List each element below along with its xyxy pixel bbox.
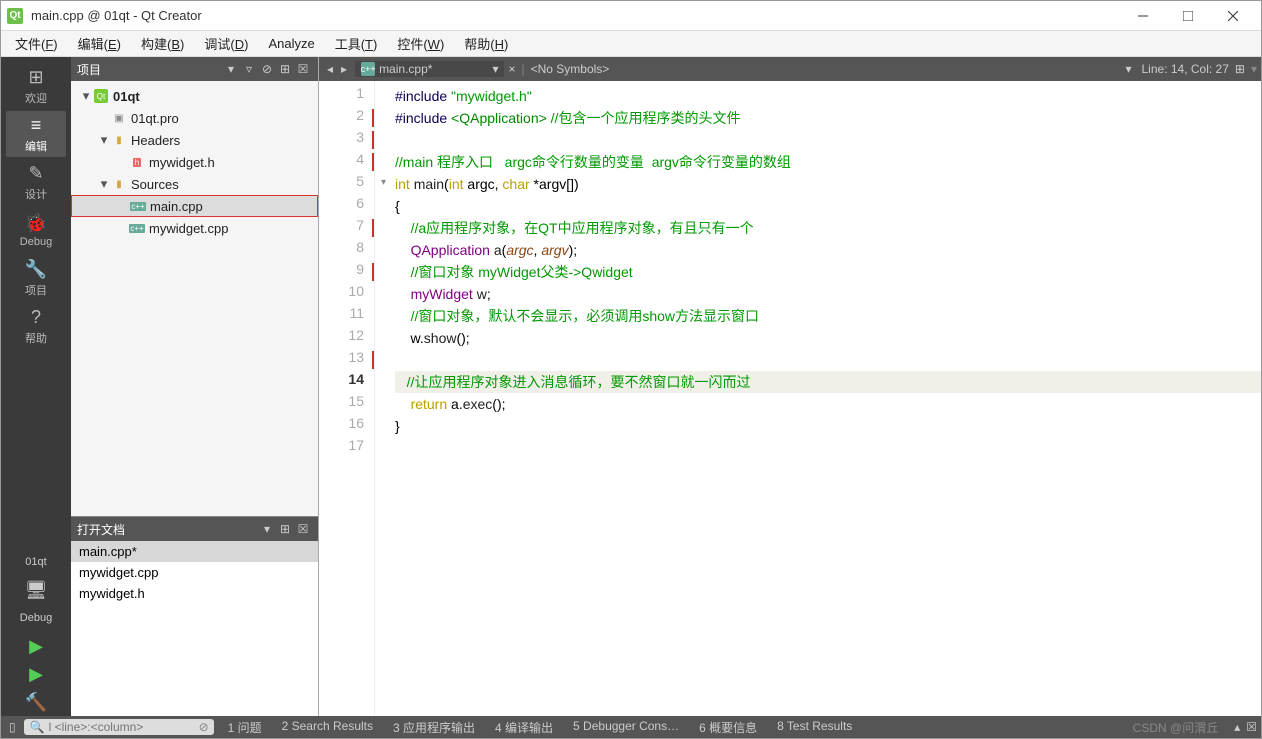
run-target[interactable]: 🖥 — [6, 576, 66, 604]
status-bar: ▯ 🔍 ⊘ 1 问题 2 Search Results 3 应用程序输出 4 编译输出… — [1, 716, 1261, 738]
cursor-position: Line: 14, Col: 27 — [1142, 62, 1229, 76]
tree-item[interactable]: c++main.cpp — [71, 195, 318, 217]
mode-Debug[interactable]: 🐞Debug — [6, 207, 66, 253]
output-toggle-icon[interactable]: ▴ — [1228, 720, 1246, 734]
menu-bar: 文件(F)编辑(E)构建(B)调试(D)Analyze工具(T)控件(W)帮助(… — [1, 31, 1261, 57]
open-doc-item[interactable]: mywidget.cpp — [71, 562, 318, 583]
project-pane-header: 项目 ▾ ▿ ⊘ ⊞ ☒ — [71, 57, 318, 81]
menu-item[interactable]: 构建(B) — [131, 30, 194, 57]
cpp-icon: c++ — [361, 62, 375, 76]
nav-fwd-icon[interactable]: ▸ — [337, 62, 351, 76]
project-tree: ▾Qt01qt▣01qt.pro▾▮Headershmywidget.h▾▮So… — [71, 81, 318, 516]
menu-item[interactable]: 文件(F) — [5, 30, 68, 57]
mode-欢迎[interactable]: ⊞欢迎 — [6, 63, 66, 109]
output-tab[interactable]: 1 问题 — [222, 719, 268, 736]
mode-bar: ⊞欢迎≡编辑✎设计🐞Debug🔧项目?帮助 01qt🖥Debug▶▶🔨 — [1, 57, 71, 716]
close-pane-icon[interactable]: ☒ — [294, 62, 312, 76]
close-button[interactable] — [1210, 2, 1255, 30]
run-target[interactable]: 01qt — [6, 548, 66, 576]
maximize-button[interactable] — [1165, 2, 1210, 30]
output-tab[interactable]: 3 应用程序输出 — [387, 719, 481, 736]
menu-item[interactable]: 帮助(H) — [454, 30, 518, 57]
split-icon[interactable]: ⊞ — [276, 62, 294, 76]
file-selector[interactable]: c++ main.cpp* ▾ — [355, 61, 504, 77]
run-target[interactable]: Debug — [6, 604, 66, 632]
run-target[interactable]: ▶ — [6, 660, 66, 688]
menu-item[interactable]: 工具(T) — [325, 30, 388, 57]
open-documents-pane: 打开文档 ▾ ⊞ ☒ main.cpp*mywidget.cppmywidget… — [71, 516, 318, 716]
output-close-icon[interactable]: ☒ — [1246, 720, 1257, 734]
open-doc-item[interactable]: mywidget.h — [71, 583, 318, 604]
nav-back-icon[interactable]: ◂ — [323, 62, 337, 76]
mode-设计[interactable]: ✎设计 — [6, 159, 66, 205]
tree-item[interactable]: ▣01qt.pro — [71, 107, 318, 129]
link-icon[interactable]: ⊘ — [258, 62, 276, 76]
menu-item[interactable]: 调试(D) — [194, 30, 258, 57]
code-editor[interactable]: 12345▾67891011121314151617 #include "myw… — [319, 81, 1261, 716]
menu-item[interactable]: 控件(W) — [387, 30, 454, 57]
tree-item[interactable]: c++mywidget.cpp — [71, 217, 318, 239]
split-icon[interactable]: ⊞ — [276, 522, 294, 536]
editor-toolbar: ◂ ▸ c++ main.cpp* ▾ × | <No Symbols> ▾ L… — [319, 57, 1261, 81]
close-pane-icon[interactable]: ☒ — [294, 522, 312, 536]
tree-item[interactable]: ▾▮Headers — [71, 129, 318, 151]
mode-编辑[interactable]: ≡编辑 — [6, 111, 66, 157]
mode-帮助[interactable]: ?帮助 — [6, 303, 66, 349]
tree-item[interactable]: ▾▮Sources — [71, 173, 318, 195]
output-tab[interactable]: 2 Search Results — [276, 719, 379, 736]
split-editor-icon[interactable]: ⊞ — [1235, 62, 1245, 76]
tree-item[interactable]: ▾Qt01qt — [71, 85, 318, 107]
dropdown-icon[interactable]: ▾ — [258, 522, 276, 536]
locator-input[interactable]: 🔍 ⊘ — [24, 719, 214, 735]
locator-icon[interactable]: ▯ — [5, 720, 20, 734]
output-tab[interactable]: 8 Test Results — [771, 719, 858, 736]
editor-area: ◂ ▸ c++ main.cpp* ▾ × | <No Symbols> ▾ L… — [319, 57, 1261, 716]
dropdown-icon[interactable]: ▾ — [222, 62, 240, 76]
symbols-selector[interactable]: <No Symbols> — [531, 62, 610, 76]
run-target[interactable]: ▶ — [6, 632, 66, 660]
sidebar: 项目 ▾ ▿ ⊘ ⊞ ☒ ▾Qt01qt▣01qt.pro▾▮Headershm… — [71, 57, 319, 716]
title-bar: Qt main.cpp @ 01qt - Qt Creator — [1, 1, 1261, 31]
tree-item[interactable]: hmywidget.h — [71, 151, 318, 173]
minimize-button[interactable] — [1120, 2, 1165, 30]
open-doc-item[interactable]: main.cpp* — [71, 541, 318, 562]
menu-item[interactable]: 编辑(E) — [68, 30, 131, 57]
mode-项目[interactable]: 🔧项目 — [6, 255, 66, 301]
filter-icon[interactable]: ▿ — [240, 62, 258, 76]
close-tab-icon[interactable]: × — [508, 62, 515, 76]
app-icon: Qt — [7, 8, 23, 24]
output-tab[interactable]: 5 Debugger Cons… — [567, 719, 685, 736]
menu-item[interactable]: Analyze — [258, 32, 324, 55]
run-target[interactable]: 🔨 — [6, 688, 66, 716]
watermark: CSDN @问渭丘 — [1133, 719, 1229, 736]
window-title: main.cpp @ 01qt - Qt Creator — [31, 8, 1120, 23]
output-tab[interactable]: 6 概要信息 — [693, 719, 763, 736]
output-tab[interactable]: 4 编译输出 — [489, 719, 559, 736]
